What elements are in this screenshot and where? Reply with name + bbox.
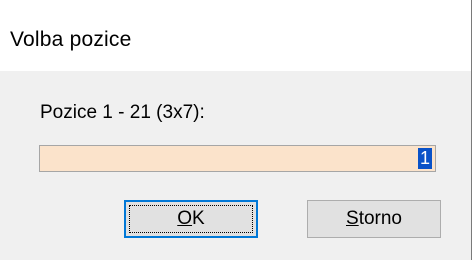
cancel-button[interactable]: Storno — [307, 200, 441, 238]
ok-button[interactable]: OK — [124, 200, 258, 238]
position-input[interactable]: 1 — [39, 145, 436, 172]
focus-indicator — [129, 205, 253, 233]
position-dialog: Volba pozice Pozice 1 - 21 (3x7): 1 OK S… — [0, 0, 472, 260]
dialog-title: Volba pozice — [10, 28, 132, 51]
position-value-selected: 1 — [417, 148, 432, 169]
cancel-accelerator-key: S — [346, 208, 359, 229]
cancel-label-rest: torno — [358, 208, 402, 229]
title-bar[interactable]: Volba pozice — [0, 0, 471, 71]
position-range-label: Pozice 1 - 21 (3x7): — [40, 102, 205, 123]
cancel-button-label: Storno — [346, 208, 402, 230]
